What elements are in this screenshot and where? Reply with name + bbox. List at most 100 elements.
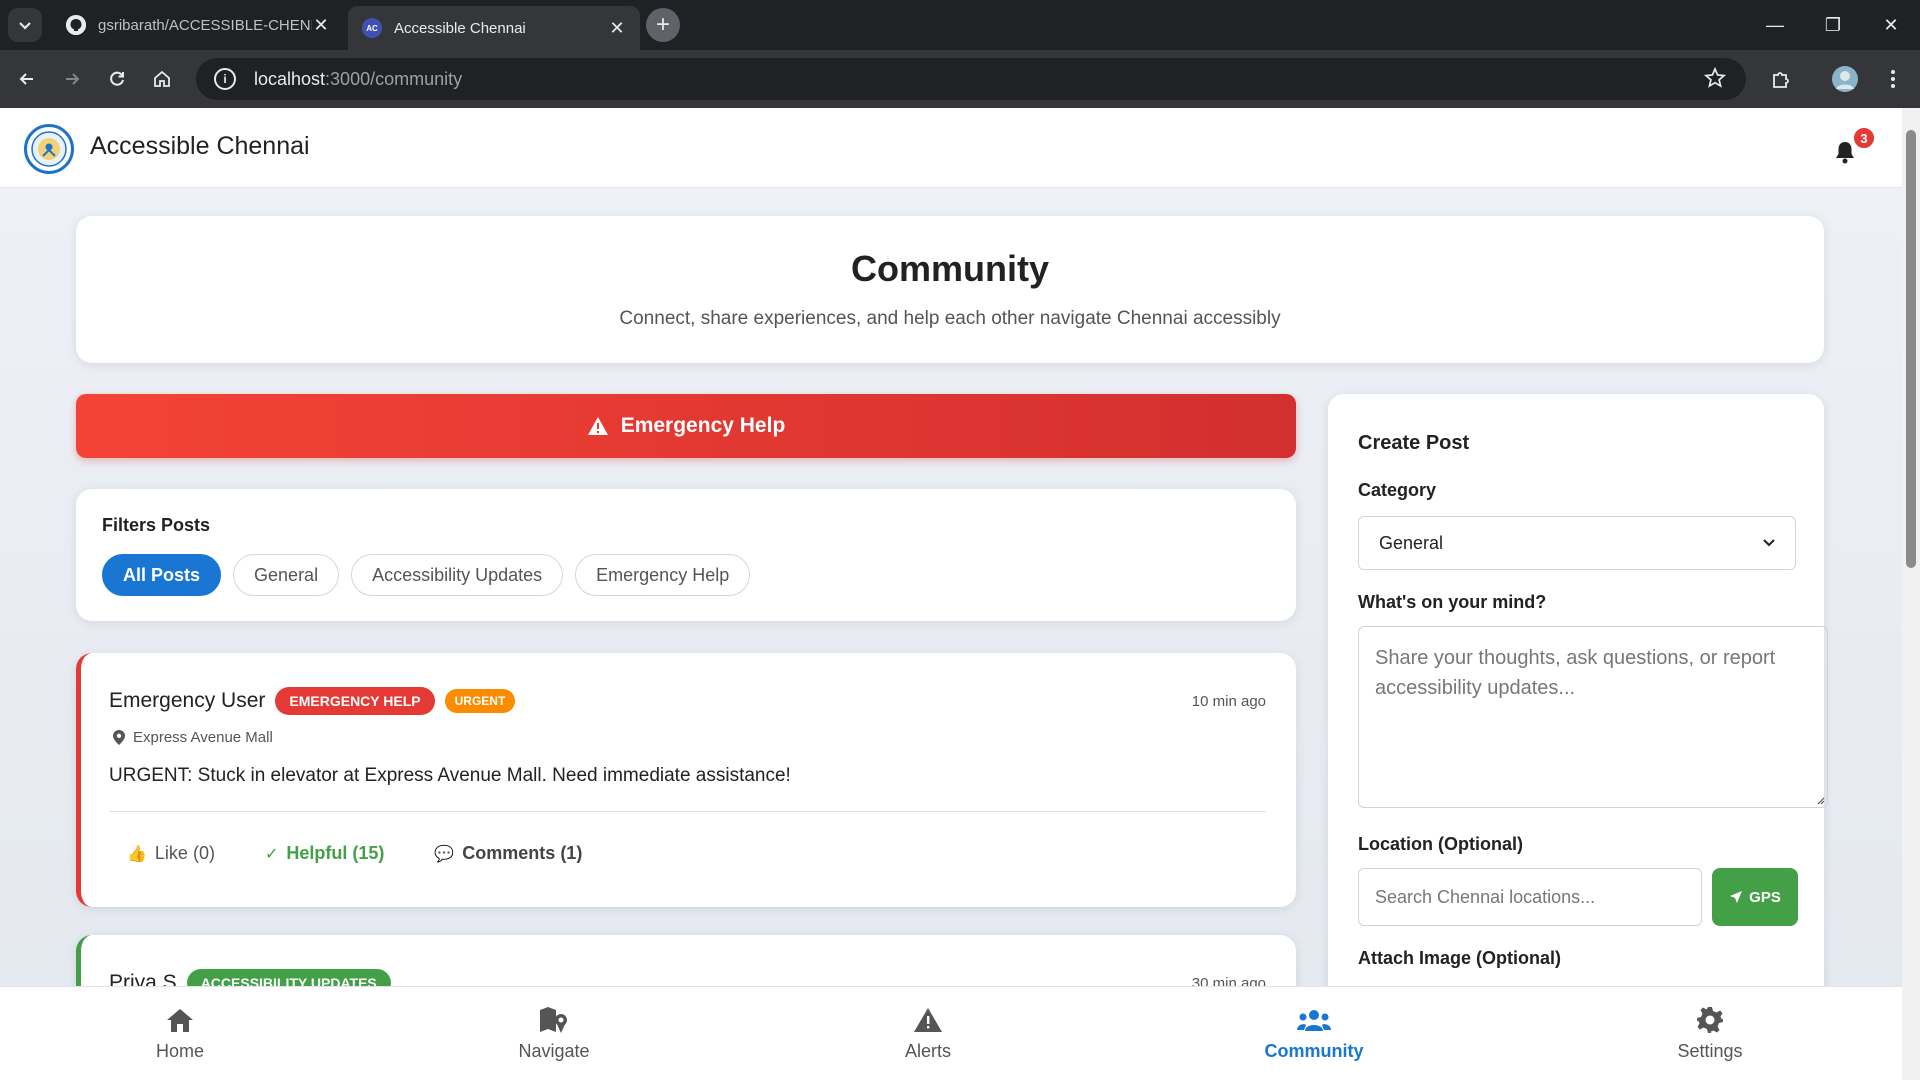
category-badge: EMERGENCY HELP	[275, 687, 435, 715]
arrow-left-icon	[19, 73, 33, 85]
url-host: localhost	[254, 68, 326, 89]
nav-navigate[interactable]: Navigate	[454, 1005, 654, 1062]
post-body: URGENT: Stuck in elevator at Express Ave…	[109, 765, 791, 786]
filter-chip-general[interactable]: General	[233, 554, 340, 596]
page-viewport: Accessible Chennai 3 Community Connect, …	[0, 108, 1902, 1080]
address-bar[interactable]: i localhost:3000/community	[196, 58, 1746, 100]
nav-alerts[interactable]: Alerts	[828, 1005, 1028, 1062]
create-post-card: Create Post Category General What's on y…	[1328, 394, 1828, 1080]
ac-logo-icon: AC	[362, 18, 382, 38]
helpful-label: Helpful (15)	[286, 843, 385, 863]
page-scrollbar[interactable]	[1902, 108, 1920, 1080]
bottom-navigation: Home Navigate Alerts Community Settings	[0, 986, 1902, 1080]
profile-avatar[interactable]	[1828, 62, 1862, 96]
back-button[interactable]	[10, 62, 44, 96]
reload-button[interactable]	[100, 62, 134, 96]
category-select[interactable]: General	[1358, 516, 1796, 570]
post-textarea[interactable]: Share your thoughts, ask questions, or r…	[1358, 626, 1828, 808]
post-author: Emergency User	[109, 689, 266, 712]
tab-title: gsribarath/ACCESSIBLE-CHENN	[98, 16, 312, 34]
post-textarea-placeholder: Share your thoughts, ask questions, or r…	[1375, 647, 1776, 699]
filters-title: Filters Posts	[102, 515, 211, 535]
bookmark-star-icon[interactable]	[1703, 66, 1727, 94]
location-pin-icon	[113, 730, 125, 745]
gear-icon	[1610, 1005, 1810, 1035]
comments-button[interactable]: 💬 Comments (1)	[434, 843, 582, 864]
close-tab-icon[interactable]: ✕	[312, 15, 330, 36]
community-hero-card: Community Connect, share experiences, an…	[76, 216, 1824, 363]
maximize-button[interactable]: ❐	[1804, 0, 1862, 50]
location-search-input[interactable]: Search Chennai locations...	[1358, 868, 1702, 926]
page-title: Community	[851, 248, 1049, 289]
puzzle-icon	[1773, 72, 1789, 88]
filter-chip-emergency-help[interactable]: Emergency Help	[575, 554, 751, 596]
tab-search-button[interactable]	[8, 8, 42, 42]
post-location: Express Avenue Mall	[113, 729, 273, 746]
gps-label: GPS	[1749, 888, 1781, 906]
checkmark-icon: ✓	[264, 845, 279, 863]
thumbs-up-icon: 👍	[127, 845, 147, 863]
notification-count-badge: 3	[1852, 126, 1876, 150]
nav-home-label: Home	[155, 1041, 204, 1061]
nav-settings-label: Settings	[1677, 1041, 1743, 1061]
minimize-button[interactable]: —	[1746, 0, 1804, 50]
nav-home[interactable]: Home	[80, 1005, 280, 1062]
post-time: 10 min ago	[1191, 693, 1266, 710]
page-subtitle: Connect, share experiences, and help eac…	[619, 308, 1281, 329]
tab-title: Accessible Chennai	[394, 19, 526, 37]
browser-tabstrip: gsribarath/ACCESSIBLE-CHENN ✕ AC Accessi…	[0, 0, 1920, 50]
nav-alerts-label: Alerts	[904, 1041, 951, 1061]
urgent-badge: URGENT	[444, 689, 516, 713]
category-select-value: General	[1379, 532, 1444, 553]
site-info-icon[interactable]: i	[214, 68, 236, 90]
emergency-help-button[interactable]: Emergency Help	[76, 394, 1296, 458]
new-tab-button[interactable]: +	[646, 8, 680, 42]
filters-card: Filters Posts All Posts General Accessib…	[76, 489, 1296, 621]
extensions-button[interactable]	[1764, 62, 1798, 96]
notifications-button[interactable]	[1834, 140, 1856, 169]
home-icon	[80, 1005, 280, 1035]
category-label: Category	[1358, 480, 1437, 500]
emblem-icon	[31, 131, 67, 167]
scrollbar-thumb[interactable]	[1906, 130, 1916, 568]
avatar-icon	[1832, 66, 1858, 92]
post-header: Emergency User EMERGENCY HELP URGENT	[109, 687, 525, 715]
navigation-arrow-icon	[1730, 891, 1743, 903]
users-icon	[1214, 1005, 1414, 1035]
close-tab-icon[interactable]: ✕	[608, 18, 626, 39]
browser-menu-button[interactable]	[1876, 62, 1910, 96]
warning-icon	[828, 1005, 1028, 1035]
nav-settings[interactable]: Settings	[1610, 1005, 1810, 1062]
attach-image-label: Attach Image (Optional)	[1358, 948, 1562, 968]
location-label: Location (Optional)	[1358, 834, 1523, 854]
like-button[interactable]: 👍 Like (0)	[127, 843, 215, 864]
filter-chip-accessibility-updates[interactable]: Accessibility Updates	[351, 554, 564, 596]
browser-toolbar: i localhost:3000/community	[0, 50, 1920, 108]
chevron-down-icon	[1763, 539, 1775, 547]
filter-chip-all-posts[interactable]: All Posts	[102, 554, 222, 596]
browser-tab-github[interactable]: gsribarath/ACCESSIBLE-CHENN ✕	[52, 6, 344, 44]
app-logo[interactable]	[24, 124, 74, 174]
like-label: Like (0)	[154, 843, 215, 863]
reload-icon	[110, 71, 124, 86]
url-path: :3000/community	[325, 68, 463, 89]
home-button[interactable]	[145, 62, 179, 96]
close-window-button[interactable]: ✕	[1862, 0, 1920, 50]
helpful-button[interactable]: ✓ Helpful (15)	[265, 843, 384, 864]
speech-bubble-icon: 💬	[434, 845, 455, 863]
resize-handle-icon[interactable]	[1815, 795, 1825, 805]
nav-navigate-label: Navigate	[518, 1041, 590, 1061]
location-search-placeholder: Search Chennai locations...	[1375, 886, 1596, 907]
mind-label: What's on your mind?	[1358, 592, 1547, 612]
browser-tab-active[interactable]: AC Accessible Chennai ✕	[348, 6, 640, 50]
post-location-text: Express Avenue Mall	[133, 729, 273, 746]
warning-icon	[587, 417, 608, 435]
app-header: Accessible Chennai 3	[0, 108, 1902, 188]
home-outline-icon	[154, 70, 170, 87]
github-icon	[66, 15, 86, 35]
create-post-title: Create Post	[1358, 432, 1470, 454]
nav-community[interactable]: Community	[1214, 1005, 1414, 1062]
gps-button[interactable]: GPS	[1712, 868, 1798, 926]
arrow-right-icon	[66, 73, 80, 85]
forward-button[interactable]	[55, 62, 89, 96]
